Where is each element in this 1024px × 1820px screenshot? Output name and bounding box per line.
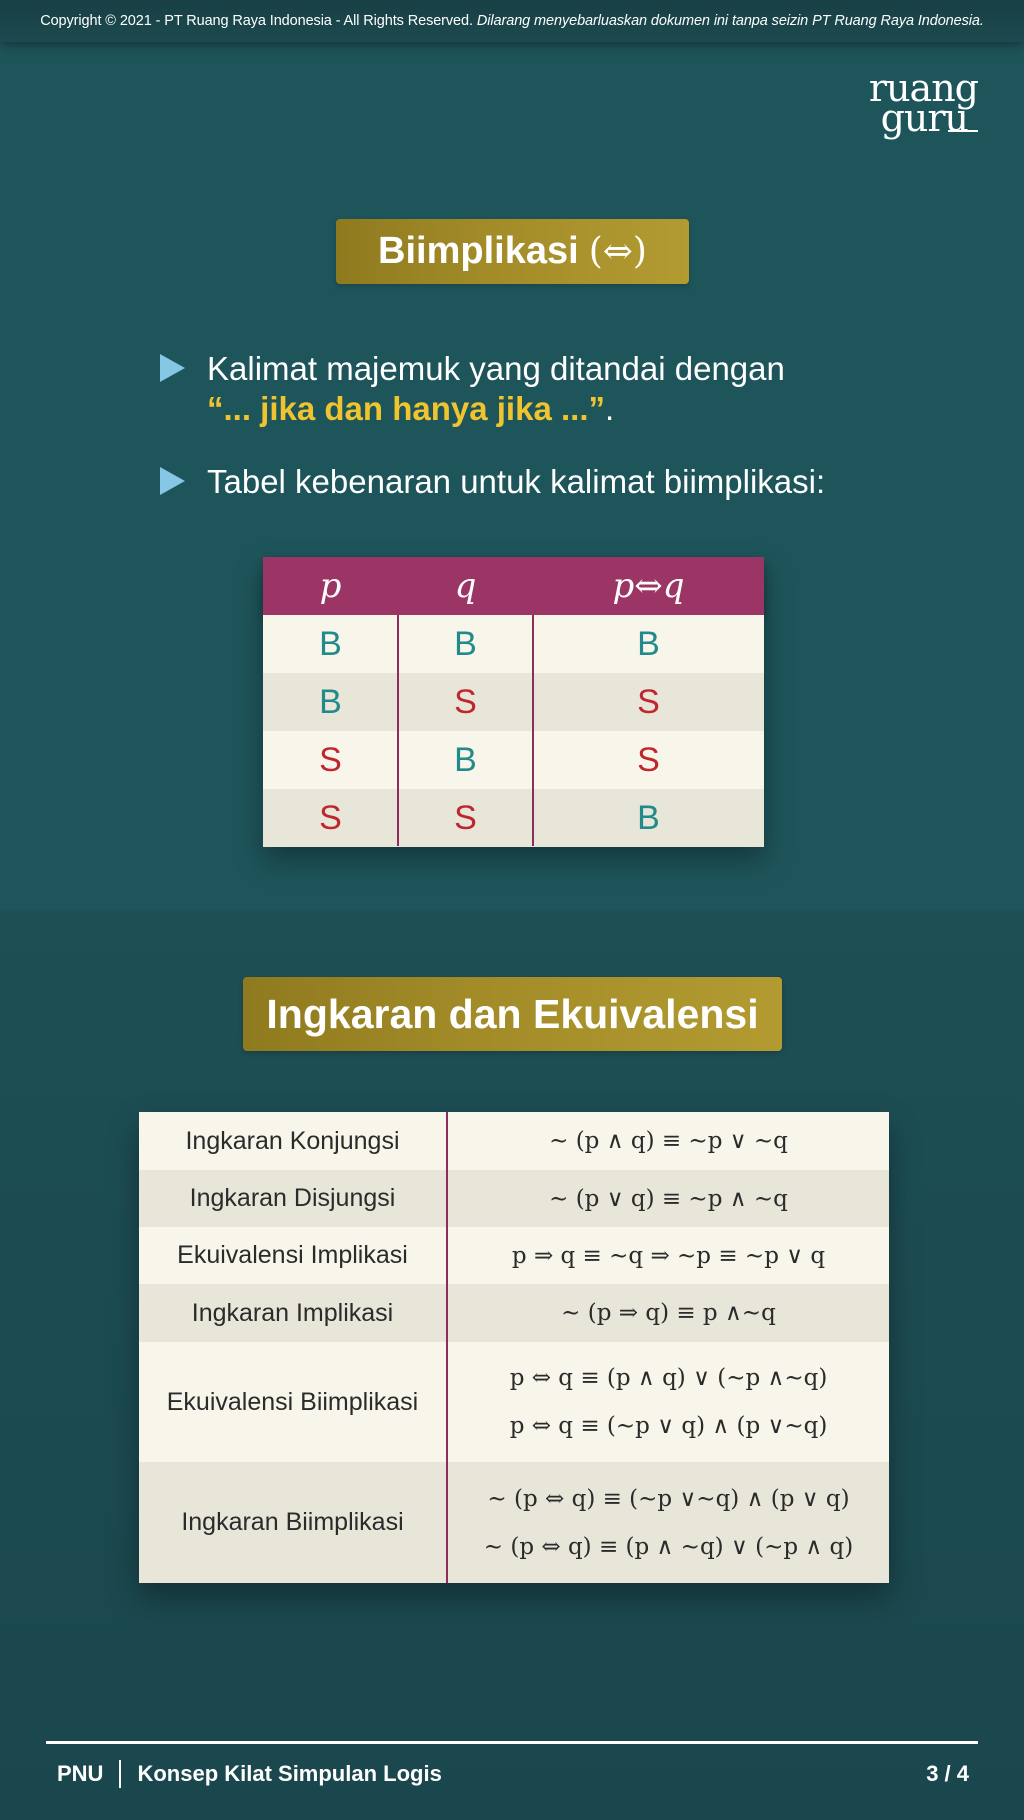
- footer-separator: [119, 1760, 122, 1788]
- equivalence-formula: ∼ (p ∧ q) ≡ ∼p ∨ ∼q: [549, 1128, 788, 1154]
- equivalence-formula: p ⇔ q ≡ (∼p ∨ q) ∧ (p ∨∼q): [509, 1413, 828, 1439]
- equivalence-row: Ingkaran Konjungsi ∼ (p ∧ q) ≡ ∼p ∨ ∼q: [139, 1112, 889, 1170]
- equivalence-formula: ∼ (p ∨ q) ≡ ∼p ∧ ∼q: [549, 1185, 788, 1212]
- equivalence-formula-cell: ∼ (p ∧ q) ≡ ∼p ∨ ∼q: [448, 1112, 889, 1170]
- equivalence-name: Ekuivalensi Biimplikasi: [166, 1387, 419, 1416]
- equivalence-formula: ∼ (p ⇔ q) ≡ (∼p ∨∼q) ∧ (p ∨ q): [487, 1485, 850, 1512]
- truth-cell: S: [637, 740, 660, 779]
- bullet-definition-line1: Kalimat majemuk yang ditandai dengan: [207, 350, 785, 387]
- footer-divider: [46, 1741, 978, 1744]
- truth-table-header-pq: p⇔q: [612, 566, 685, 606]
- equivalence-row: Ingkaran Biimplikasi ∼ (p ⇔ q) ≡ (∼p ∨∼q…: [139, 1462, 889, 1583]
- bullet-definition-text: Kalimat majemuk yang ditandai dengan “..…: [207, 349, 785, 429]
- logo-underline: [948, 130, 978, 132]
- truth-cell: B: [319, 624, 342, 663]
- truth-cell: B: [454, 740, 477, 779]
- equivalence-formula-cell: p ⇔ q ≡ (p ∧ q) ∨ (∼p ∧∼q) p ⇔ q ≡ (∼p ∨…: [448, 1342, 889, 1462]
- truth-table-row: S S B: [263, 789, 764, 847]
- equivalence-name: Ingkaran Implikasi: [191, 1298, 394, 1327]
- truth-cell: S: [454, 682, 477, 721]
- equivalence-formula: p ⇔ q ≡ (p ∧ q) ∨ (∼p ∧∼q): [509, 1365, 828, 1391]
- bullet-definition-period: .: [604, 390, 615, 427]
- equivalence-formula-cell: p ⇒ q ≡ ∼q ⇒ ∼p ≡ ∼p ∨ q: [448, 1227, 889, 1284]
- truth-cell: B: [454, 624, 477, 663]
- play-triangle-icon: [160, 467, 185, 495]
- truth-cell: S: [454, 798, 477, 837]
- truth-table-row: B B B: [263, 615, 764, 673]
- truth-table-header-p: p: [319, 566, 342, 606]
- equivalence-formula-cell: ∼ (p ⇔ q) ≡ (∼p ∨∼q) ∧ (p ∨ q) ∼ (p ⇔ q)…: [448, 1462, 889, 1583]
- equivalence-table: Ingkaran Konjungsi ∼ (p ∧ q) ≡ ∼p ∨ ∼q I…: [139, 1112, 889, 1583]
- equivalence-name: Ingkaran Konjungsi: [185, 1126, 400, 1155]
- copyright-notice: Dilarang menyebarluaskan dokumen ini tan…: [476, 13, 984, 29]
- truth-cell: B: [319, 682, 342, 721]
- truth-table-header-q: q: [454, 566, 477, 606]
- truth-table-divider: [532, 615, 534, 846]
- truth-table: p q p⇔q B B B B S S S B S S S B: [263, 557, 764, 847]
- footer: PNU Konsep Kilat Simpulan Logis 3 / 4: [57, 1759, 969, 1789]
- bullet-definition-line2: “... jika dan hanya jika ...”.: [207, 389, 785, 429]
- equivalence-name: Ekuivalensi Implikasi: [177, 1241, 408, 1269]
- biimplikasi-title-text: Biimplikasi: [378, 230, 579, 272]
- ingkaran-ekuivalensi-title: Ingkaran dan Ekuivalensi: [243, 977, 782, 1051]
- equivalence-formula: ∼ (p ⇒ q) ≡ p ∧∼q: [561, 1300, 776, 1326]
- equivalence-name: Ingkaran Disjungsi: [189, 1184, 396, 1212]
- equivalence-name: Ingkaran Biimplikasi: [181, 1508, 404, 1536]
- bullet-definition: Kalimat majemuk yang ditandai dengan “..…: [160, 349, 785, 429]
- truth-cell: S: [637, 682, 660, 721]
- ruangguru-logo: ruang guru: [868, 69, 979, 142]
- equivalence-formula: p ⇒ q ≡ ∼q ⇒ ∼p ≡ ∼p ∨ q: [511, 1242, 826, 1269]
- bullet-truth-table: Tabel kebenaran untuk kalimat biimplikas…: [160, 462, 825, 502]
- page-number: 3 / 4: [926, 1761, 969, 1786]
- equivalence-formula: ∼ (p ⇔ q) ≡ (p ∧ ∼q) ∨ (∼p ∧ q): [483, 1533, 854, 1560]
- equivalence-row: Ekuivalensi Biimplikasi p ⇔ q ≡ (p ∧ q) …: [139, 1342, 889, 1462]
- copyright-text: Copyright © 2021 - PT Ruang Raya Indones…: [40, 13, 473, 29]
- truth-table-row: B S S: [263, 673, 764, 731]
- truth-table-divider: [397, 615, 399, 846]
- truth-table-row: S B S: [263, 731, 764, 789]
- play-triangle-icon: [160, 354, 185, 382]
- equivalence-row: Ingkaran Disjungsi ∼ (p ∨ q) ≡ ∼p ∧ ∼q: [139, 1170, 889, 1227]
- truth-cell: B: [637, 798, 660, 837]
- equivalence-formula-cell: ∼ (p ∨ q) ≡ ∼p ∧ ∼q: [448, 1170, 889, 1227]
- bullet-truth-table-text: Tabel kebenaran untuk kalimat biimplikas…: [207, 463, 826, 500]
- equivalence-row: Ekuivalensi Implikasi p ⇒ q ≡ ∼q ⇒ ∼p ≡ …: [139, 1227, 889, 1284]
- truth-cell: S: [319, 740, 342, 779]
- truth-table-header: p q p⇔q: [263, 557, 764, 615]
- truth-cell: B: [637, 624, 660, 663]
- bullet-definition-highlight: “... jika dan hanya jika ...”: [207, 390, 605, 427]
- biimplikasi-title-symbol: (⇔): [588, 231, 647, 272]
- truth-cell: S: [319, 798, 342, 837]
- biimplikasi-title: Biimplikasi (⇔): [336, 219, 689, 284]
- footer-title: Konsep Kilat Simpulan Logis: [137, 1761, 442, 1786]
- equivalence-row: Ingkaran Implikasi ∼ (p ⇒ q) ≡ p ∧∼q: [139, 1284, 889, 1342]
- footer-code: PNU: [57, 1761, 104, 1786]
- copyright-bar: Copyright © 2021 - PT Ruang Raya Indones…: [0, 0, 1024, 42]
- equivalence-formula-cell: ∼ (p ⇒ q) ≡ p ∧∼q: [448, 1284, 889, 1342]
- equivalence-table-divider: [446, 1112, 448, 1583]
